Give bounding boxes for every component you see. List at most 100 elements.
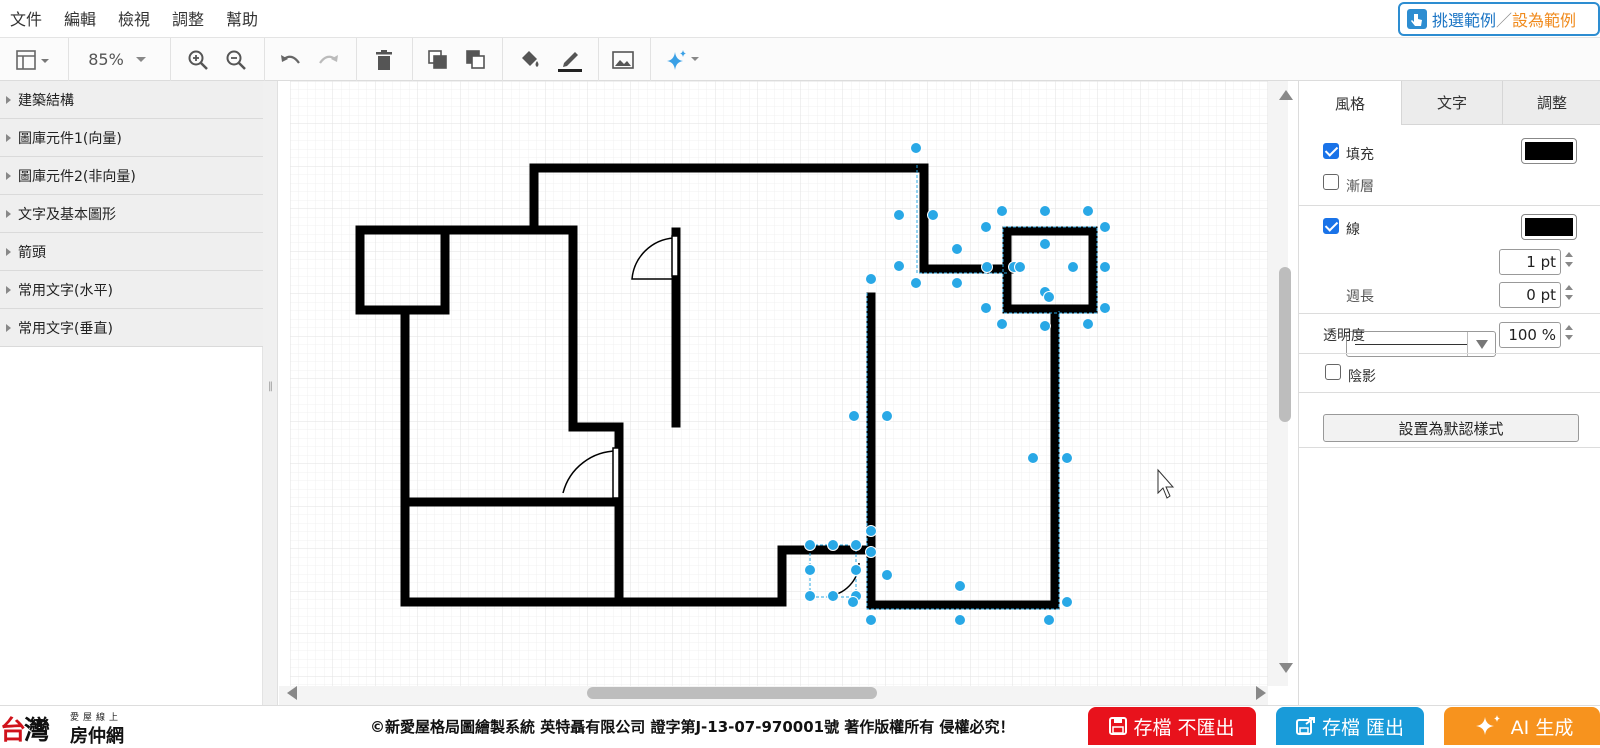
library-item-label: 箭頭	[18, 244, 46, 261]
library-item-label: 建築結構	[18, 92, 74, 109]
fill-checkbox[interactable]	[1323, 143, 1339, 159]
pick-example-label: 挑選範例	[1432, 11, 1497, 30]
export-save-icon	[1295, 717, 1315, 735]
library-text-basic-shapes[interactable]: 文字及基本圖形	[0, 195, 263, 233]
format-panel: 風格 文字 調整 填充 漸層 線 1 pt 週長 0 pt 透明度 100 % …	[1298, 81, 1600, 705]
line-checkbox[interactable]	[1323, 218, 1339, 234]
logo-main-text: 台灣	[0, 716, 50, 746]
perimeter-input[interactable]: 0 pt	[1499, 282, 1561, 308]
floorplan-drawing[interactable]	[279, 81, 1288, 686]
zoom-in-icon	[188, 50, 208, 70]
line-width-input[interactable]: 1 pt	[1499, 249, 1561, 275]
scroll-left-arrow-icon[interactable]	[287, 686, 297, 700]
layout-button[interactable]	[8, 38, 58, 81]
opacity-input[interactable]: 100 %	[1499, 322, 1561, 348]
paint-bucket-icon	[522, 50, 539, 67]
undo-button[interactable]	[274, 38, 306, 81]
save-no-export-label: 存檔 不匯出	[1133, 716, 1235, 739]
tab-style[interactable]: 風格	[1299, 81, 1401, 125]
redo-button[interactable]	[313, 38, 345, 81]
drawing-canvas[interactable]	[279, 81, 1288, 686]
menu-help[interactable]: 幫助	[226, 6, 258, 30]
redo-icon	[319, 54, 338, 64]
line-label: 線	[1346, 222, 1360, 238]
toolbar: 85%	[0, 37, 1600, 81]
image-icon	[612, 50, 634, 69]
ai-magic-button[interactable]	[660, 38, 706, 81]
perimeter-spinner[interactable]	[1563, 282, 1575, 308]
chevron-down-icon	[135, 56, 146, 62]
scroll-up-arrow-icon[interactable]	[1279, 90, 1293, 100]
library-text-horizontal[interactable]: 常用文字(水平)	[0, 271, 263, 309]
site-logo[interactable]: 台灣 愛屋線上 房仲網	[0, 710, 140, 747]
line-width-spinner[interactable]	[1563, 249, 1575, 275]
example-button[interactable]: 挑選範例 ／ 設為範例	[1398, 2, 1600, 36]
horizontal-scroll-thumb[interactable]	[587, 687, 877, 699]
library-item-label: 圖庫元件2(非向量)	[18, 168, 136, 185]
set-default-style-button[interactable]: 設置為默認樣式	[1323, 414, 1579, 442]
opacity-spinner[interactable]	[1563, 322, 1575, 348]
line-color-button[interactable]	[552, 38, 588, 81]
sparkle-icon	[667, 49, 699, 70]
opacity-label: 透明度	[1323, 328, 1365, 344]
example-separator: ／	[1496, 11, 1513, 30]
menu-file[interactable]: 文件	[10, 6, 42, 30]
insert-image-button[interactable]	[606, 38, 640, 81]
menu-edit[interactable]: 編輯	[64, 6, 96, 30]
save-no-export-button[interactable]: 存檔 不匯出	[1088, 707, 1256, 745]
menu-bar: 文件 編輯 檢視 調整 幫助 挑選範例 ／ 設為範例	[0, 0, 1600, 37]
library-building-structure[interactable]: 建築結構	[0, 81, 263, 119]
fill-label: 填充	[1346, 147, 1374, 163]
sparkle-icon	[1475, 715, 1500, 735]
line-color-swatch[interactable]	[1521, 214, 1577, 240]
ai-generate-label: AI 生成	[1510, 716, 1574, 739]
delete-button[interactable]	[368, 38, 400, 81]
undo-icon	[281, 54, 300, 64]
save-export-label: 存檔 匯出	[1321, 716, 1405, 739]
library-gallery-raster[interactable]: 圖庫元件2(非向量)	[0, 157, 263, 195]
zoom-out-icon	[226, 50, 246, 70]
fill-color-swatch[interactable]	[1521, 138, 1577, 164]
layout-icon	[16, 49, 49, 70]
library-item-label: 文字及基本圖形	[18, 206, 116, 223]
shape-library-panel: 建築結構 圖庫元件1(向量) 圖庫元件2(非向量) 文字及基本圖形 箭頭 常用文…	[0, 81, 263, 705]
trash-icon	[376, 49, 392, 70]
splitter-grip-icon: ‖	[268, 381, 273, 392]
library-text-vertical[interactable]: 常用文字(垂直)	[0, 309, 263, 347]
save-export-button[interactable]: 存檔 匯出	[1276, 707, 1424, 745]
fill-color-button[interactable]	[514, 38, 546, 81]
to-back-button[interactable]	[460, 38, 492, 81]
library-arrows[interactable]: 箭頭	[0, 233, 263, 271]
scroll-down-arrow-icon[interactable]	[1279, 663, 1293, 673]
gradient-checkbox[interactable]	[1323, 174, 1339, 190]
floppy-disk-icon	[1109, 717, 1128, 735]
pen-icon	[558, 51, 582, 72]
library-item-label: 常用文字(水平)	[18, 282, 113, 299]
hand-pointer-icon	[1407, 9, 1427, 29]
tab-arrange[interactable]: 調整	[1502, 81, 1600, 125]
zoom-value: 85%	[88, 50, 124, 69]
set-example-label: 設為範例	[1512, 11, 1577, 30]
library-item-label: 圖庫元件1(向量)	[18, 130, 122, 147]
scroll-right-arrow-icon[interactable]	[1256, 686, 1266, 700]
send-to-back-icon	[466, 49, 485, 69]
zoom-out-button[interactable]	[220, 38, 252, 81]
tab-text[interactable]: 文字	[1401, 81, 1502, 125]
bring-to-front-icon	[428, 49, 447, 69]
perimeter-label: 週長	[1346, 289, 1374, 305]
gradient-label: 漸層	[1346, 179, 1374, 195]
zoom-in-button[interactable]	[182, 38, 214, 81]
logo-subtitle: 房仲網	[70, 726, 124, 747]
shadow-label: 陰影	[1348, 369, 1376, 385]
footer-bar: 台灣 愛屋線上 房仲網 ©新愛屋格局圖繪製系統 英特聶有限公司 證字第J-13-…	[0, 705, 1600, 747]
vertical-scroll-thumb[interactable]	[1279, 267, 1291, 422]
copyright-text: ©新愛屋格局圖繪製系統 英特聶有限公司 證字第J-13-07-970001號 著…	[370, 718, 1015, 736]
ai-generate-button[interactable]: AI 生成	[1444, 707, 1600, 745]
shadow-checkbox[interactable]	[1325, 364, 1341, 380]
zoom-select[interactable]: 85%	[74, 38, 164, 81]
menu-view[interactable]: 檢視	[118, 6, 150, 30]
library-gallery-vector[interactable]: 圖庫元件1(向量)	[0, 119, 263, 157]
panel-splitter[interactable]: ‖	[263, 81, 278, 705]
menu-arrange[interactable]: 調整	[172, 6, 204, 30]
to-front-button[interactable]	[422, 38, 454, 81]
